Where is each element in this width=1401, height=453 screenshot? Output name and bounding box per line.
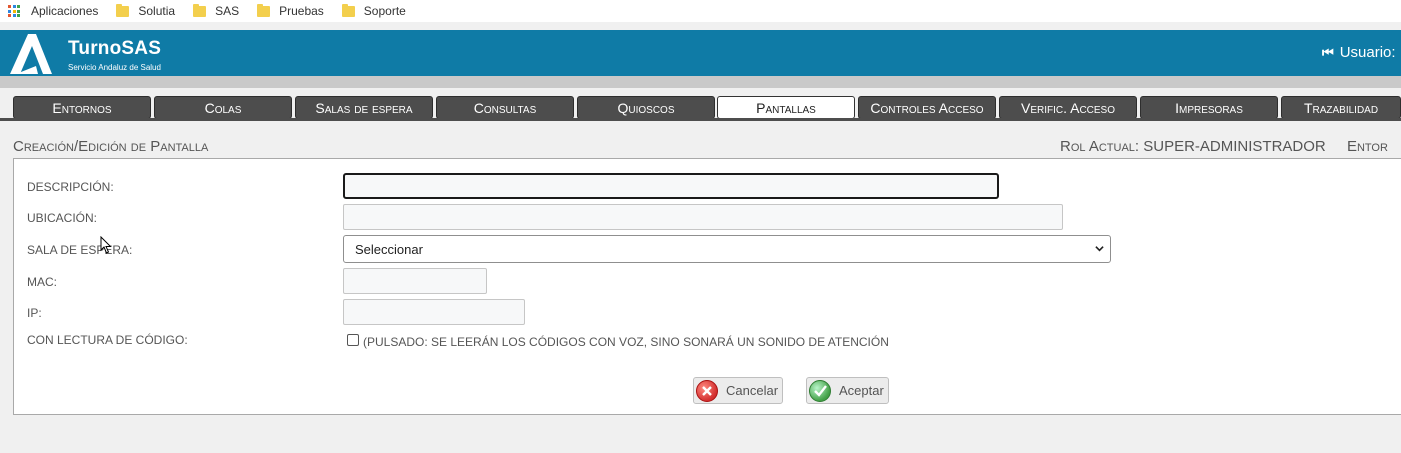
role-text: Rol Actual: SUPER-ADMINISTRADOR: [1060, 138, 1326, 155]
accept-button[interactable]: Aceptar: [806, 377, 889, 404]
mac-input[interactable]: [343, 268, 487, 294]
check-icon: [809, 379, 831, 402]
chevron-down-icon: [1095, 246, 1104, 252]
tab-verific-acceso[interactable]: Verific. Acceso: [999, 96, 1137, 119]
cancel-label: Cancelar: [726, 383, 779, 398]
folder-icon: [116, 3, 130, 17]
bookmark-label: Pruebas: [279, 4, 324, 18]
bookmark-sas[interactable]: SAS: [193, 3, 240, 18]
sala-espera-label: SALA DE ESPERA:: [27, 243, 133, 257]
bookmark-soporte[interactable]: Soporte: [341, 3, 406, 18]
app-subtitle: Servicio Andaluz de Salud: [68, 63, 161, 72]
screen-form: DESCRIPCIÓN: UBICACIÓN: SALA DE ESPERA: …: [13, 158, 1401, 415]
sala-espera-select[interactable]: Seleccionar: [343, 235, 1111, 263]
sala-espera-selected: Seleccionar: [355, 241, 423, 257]
tab-consultas[interactable]: Consultas: [436, 96, 574, 119]
bookmark-label: Solutia: [138, 4, 176, 18]
folder-icon: [193, 3, 207, 17]
ubicacion-input[interactable]: [343, 204, 1063, 230]
bookmark-label: Soporte: [363, 4, 406, 18]
apps-grid-icon: [8, 5, 20, 17]
junta-logo-icon: [10, 34, 52, 74]
page-title: Creación/Edición de Pantalla: [13, 138, 209, 155]
bookmark-aplicaciones[interactable]: Aplicaciones: [0, 4, 98, 18]
lectura-codigo-checkbox[interactable]: [347, 334, 359, 346]
tab-impresoras[interactable]: Impresoras: [1140, 96, 1278, 119]
ip-input[interactable]: [343, 299, 525, 325]
bookmarks-bar: Aplicaciones Solutia SAS Pruebas Soporte: [0, 0, 1401, 22]
user-label: Usuario:: [1339, 44, 1396, 61]
bookmark-label: SAS: [215, 4, 240, 18]
tab-quioscos[interactable]: Quioscos: [577, 96, 715, 119]
tab-trazabilidad[interactable]: Trazabilidad: [1281, 96, 1401, 119]
bookmark-label: Aplicaciones: [31, 4, 99, 18]
app-title: TurnoSAS: [68, 38, 162, 59]
accept-label: Aceptar: [839, 383, 884, 398]
lectura-codigo-hint: (PULSADO: SE LEERÁN LOS CÓDIGOS CON VOZ,…: [363, 335, 889, 349]
tab-salas-espera[interactable]: Salas de espera: [295, 96, 433, 119]
tab-controles-acceso[interactable]: Controles Acceso: [858, 96, 996, 119]
mouse-cursor-icon: [100, 236, 112, 254]
mac-label: MAC:: [27, 275, 57, 289]
folder-icon: [257, 3, 271, 17]
ip-label: IP:: [27, 306, 42, 320]
header-subband: [0, 76, 1401, 88]
environment-text: Entor: [1346, 138, 1388, 155]
bookmark-pruebas[interactable]: Pruebas: [257, 3, 324, 18]
tab-colas[interactable]: Colas: [154, 96, 292, 119]
user-menu[interactable]: ⏮ Usuario:: [1322, 44, 1396, 61]
tab-entornos[interactable]: Entornos: [13, 96, 151, 119]
folder-icon: [341, 3, 355, 17]
cancel-button[interactable]: Cancelar: [693, 377, 783, 404]
cancel-icon: [696, 379, 718, 402]
app-header: TurnoSAS Servicio Andaluz de Salud ⏮ Usu…: [0, 30, 1401, 76]
descripcion-input[interactable]: [343, 173, 999, 199]
first-page-icon: ⏮: [1322, 44, 1334, 60]
descripcion-label: DESCRIPCIÓN:: [27, 180, 114, 194]
ubicacion-label: UBICACIÓN:: [27, 211, 98, 225]
bookmark-solutia[interactable]: Solutia: [116, 3, 176, 18]
lectura-codigo-label: CON LECTURA DE CÓDIGO:: [27, 333, 188, 347]
main-tabs: Entornos Colas Salas de espera Consultas…: [0, 96, 1401, 120]
tabs-underline: [0, 118, 1401, 121]
tab-pantallas[interactable]: Pantallas: [717, 96, 855, 119]
role-info: Rol Actual: SUPER-ADMINISTRADOR Entor: [1060, 138, 1388, 155]
